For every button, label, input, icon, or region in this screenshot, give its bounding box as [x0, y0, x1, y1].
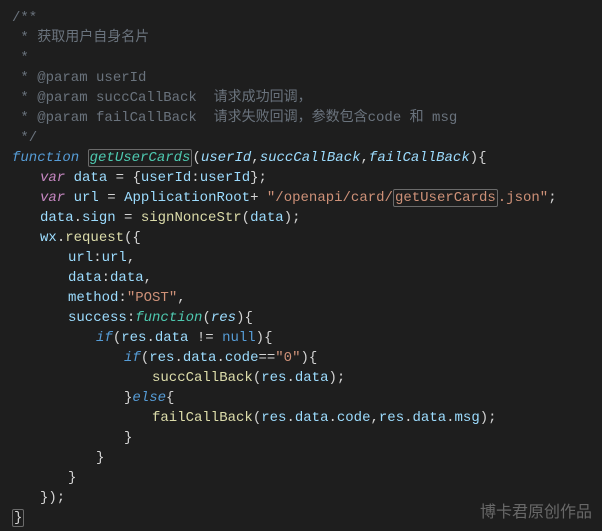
data-sign-line: data.sign = signNonceStr(data);: [12, 208, 590, 228]
function-signature: function getUserCards(userId,succCallBac…: [12, 148, 590, 168]
fail-call-line: failCallBack(res.data.code,res.data.msg)…: [12, 408, 590, 428]
comment-line: * @param failCallBack 请求失败回调，参数包含code 和 …: [12, 108, 590, 128]
var-data-line: var data = {userId:userId};: [12, 168, 590, 188]
if-code-line: if(res.data.code=="0"){: [12, 348, 590, 368]
watermark-text: 博卡君原创作品: [480, 503, 592, 523]
close-brace: }: [12, 448, 590, 468]
comment-line: * @param succCallBack 请求成功回调，: [12, 88, 590, 108]
wx-request-line: wx.request({: [12, 228, 590, 248]
if-null-line: if(res.data != null){: [12, 328, 590, 348]
close-brace: }: [12, 428, 590, 448]
url-segment-highlight: getUserCards: [393, 189, 498, 207]
comment-line: * @param userId: [12, 68, 590, 88]
comment-line: * 获取用户自身名片: [12, 28, 590, 48]
else-line: }else{: [12, 388, 590, 408]
comment-line: *: [12, 48, 590, 68]
close-brace: }: [12, 468, 590, 488]
url-prop-line: url:url,: [12, 248, 590, 268]
comment-open: /**: [12, 8, 590, 28]
success-prop-line: success:function(res){: [12, 308, 590, 328]
var-url-line: var url = ApplicationRoot+ "/openapi/car…: [12, 188, 590, 208]
method-prop-line: method:"POST",: [12, 288, 590, 308]
succ-call-line: succCallBack(res.data);: [12, 368, 590, 388]
data-prop-line: data:data,: [12, 268, 590, 288]
code-editor[interactable]: /** * 获取用户自身名片 * * @param userId * @para…: [12, 8, 590, 528]
function-name-highlight: getUserCards: [88, 149, 193, 167]
comment-close: */: [12, 128, 590, 148]
